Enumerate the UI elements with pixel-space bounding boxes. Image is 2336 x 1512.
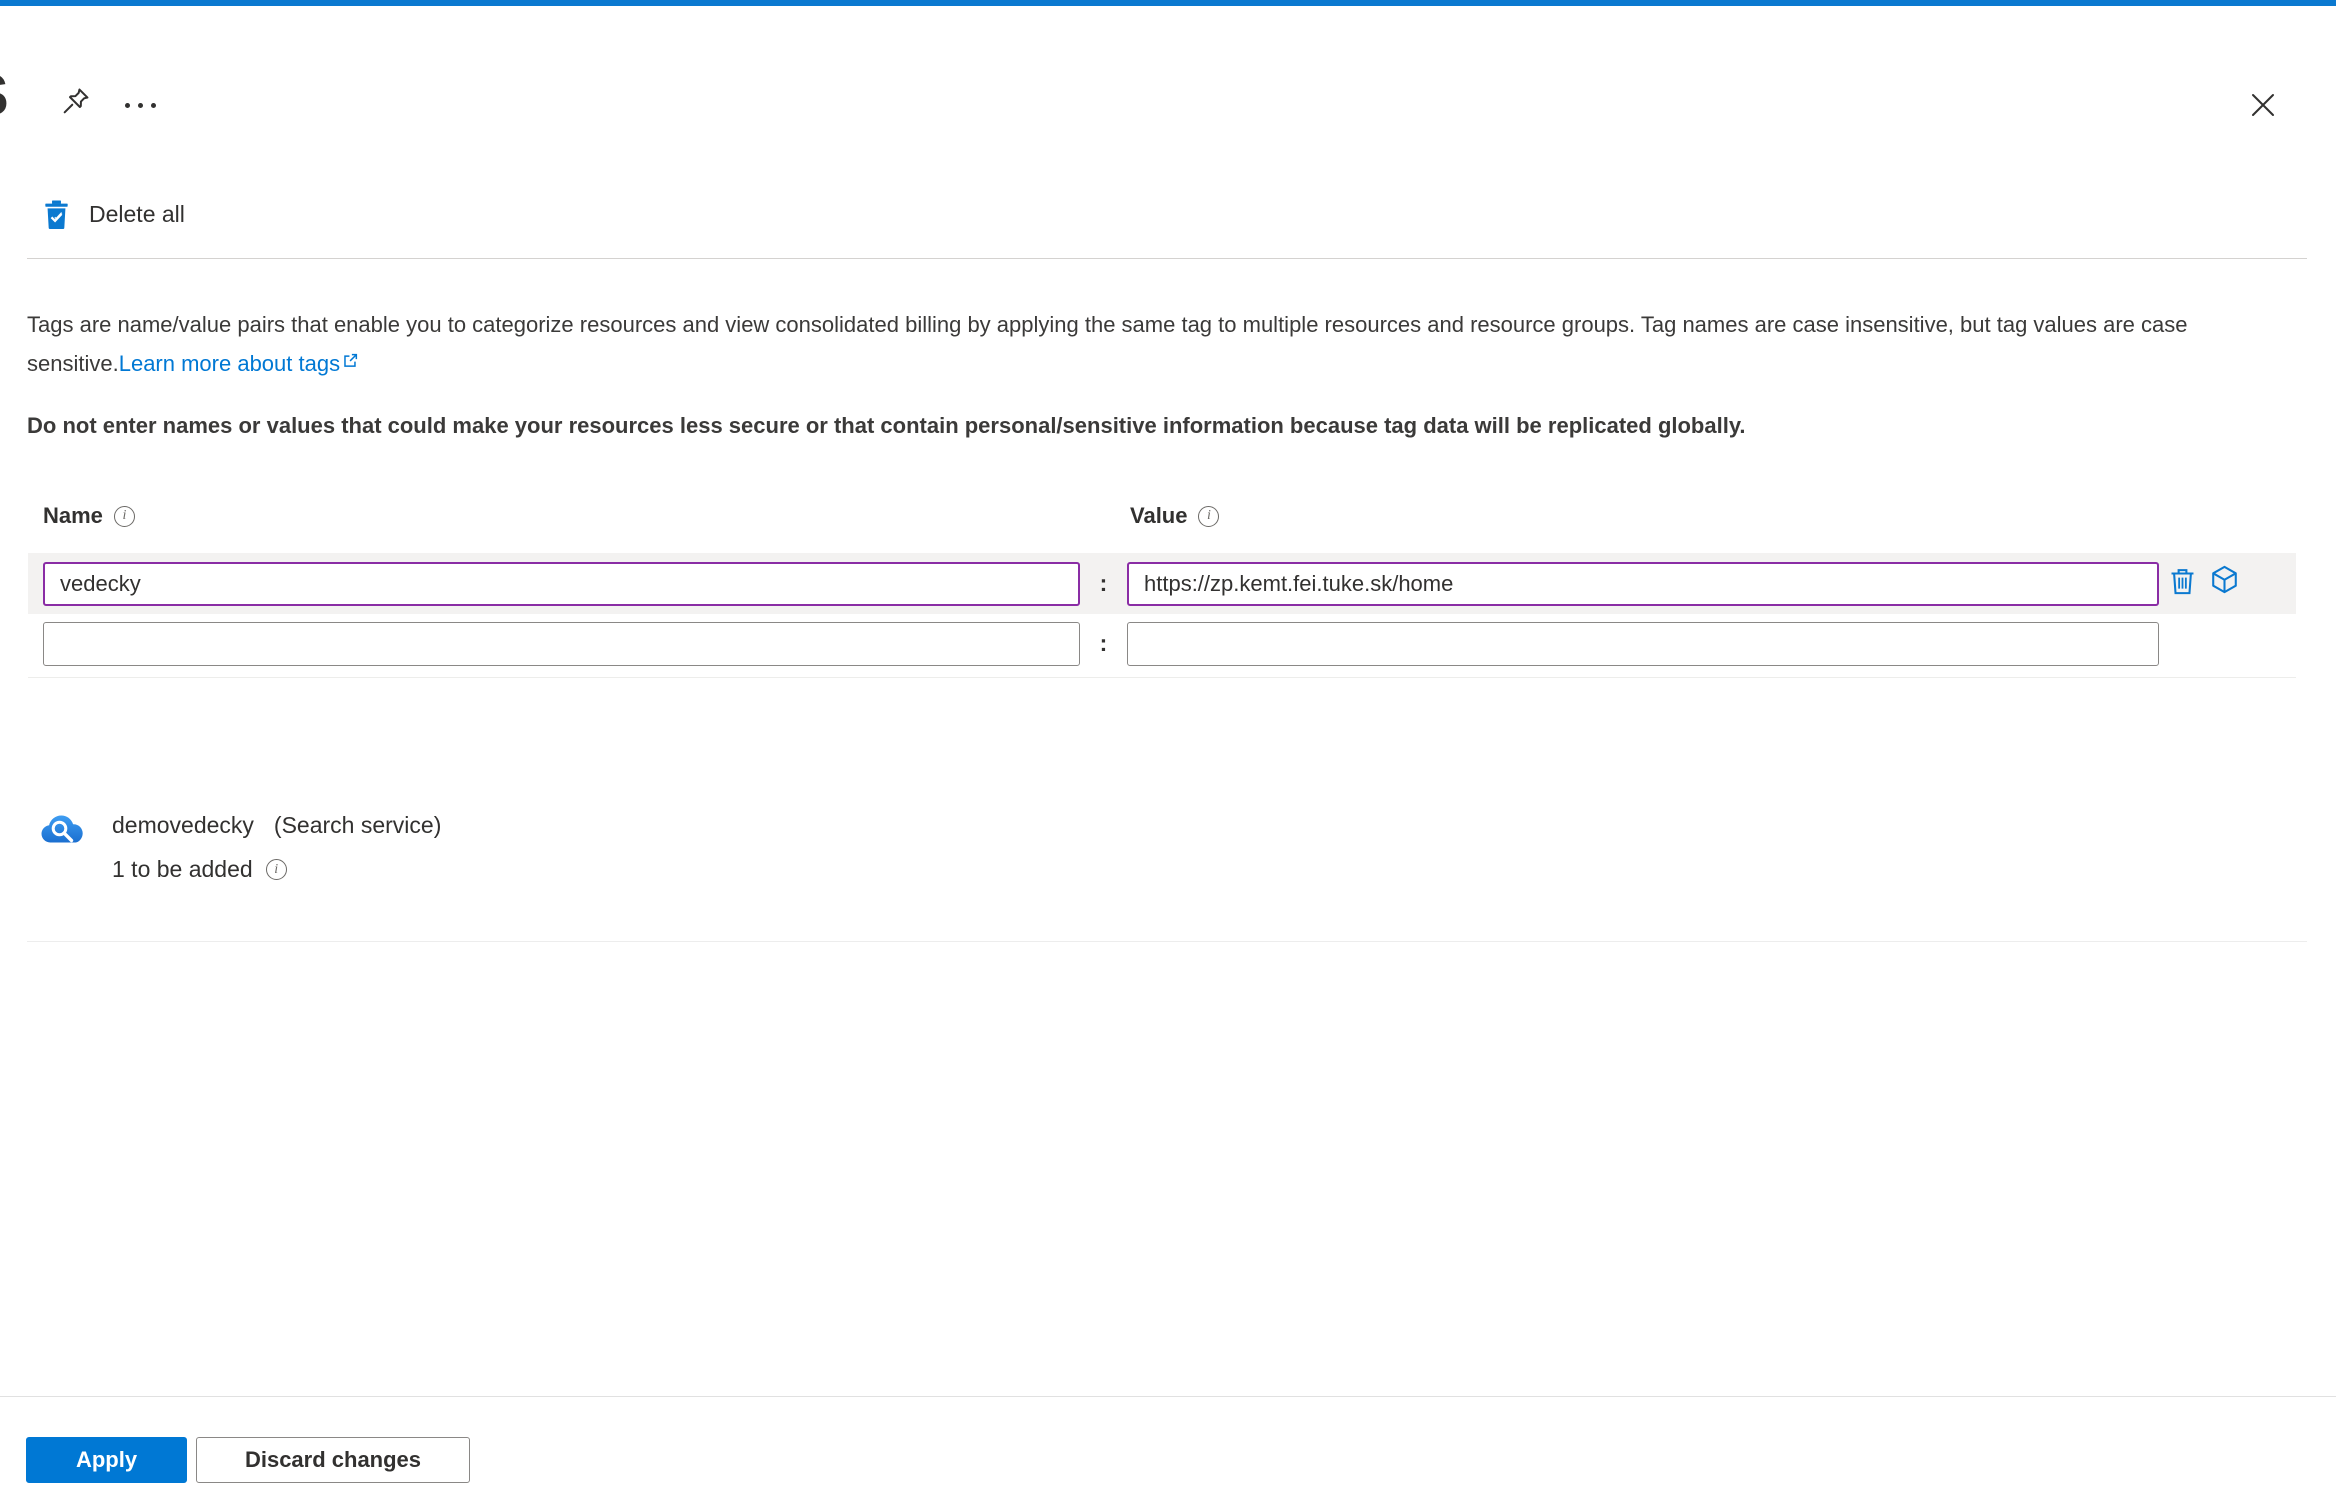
delete-tag-button[interactable] [2164,565,2200,601]
pin-icon [60,85,92,120]
name-column-label: Name [43,503,103,528]
resource-summary: demovedecky (Search service) 1 to be add… [38,806,441,883]
tag-separator-2: : [1099,630,1108,656]
tags-blade: S Delete all [0,0,2336,1512]
pin-button[interactable] [54,80,98,124]
tag-name-input-1[interactable] [43,562,1080,606]
value-column-header: Value i [1130,503,1220,529]
ellipsis-icon [124,102,130,108]
top-accent-bar [0,0,2336,6]
cube-icon [2208,563,2241,599]
resource-type: (Search service) [273,812,442,838]
delete-all-label: Delete all [89,201,185,227]
tag-value-input-1[interactable] [1127,562,2159,606]
more-options-button[interactable] [116,88,164,122]
delete-all-icon [44,200,69,229]
delete-all-button[interactable]: Delete all [44,200,185,229]
tag-value-input-2[interactable] [1127,622,2159,666]
search-service-icon [38,806,86,854]
tags-description: Tags are name/value pairs that enable yo… [27,306,2321,382]
value-info-icon[interactable]: i [1198,505,1220,527]
name-column-header: Name i [43,503,135,529]
close-icon [2248,90,2278,123]
resource-divider [27,941,2307,942]
footer-divider [0,1396,2336,1397]
resource-status: 1 to be added [112,856,253,882]
resource-name: demovedecky [112,812,254,838]
apply-button[interactable]: Apply [26,1437,187,1483]
external-link-icon [342,343,359,380]
tag-name-input-2[interactable] [43,622,1080,666]
resource-cube-button[interactable] [2206,563,2242,599]
value-column-label: Value [1130,503,1188,528]
trash-icon [2167,566,2198,600]
status-info-icon[interactable]: i [265,859,287,880]
close-button[interactable] [2240,84,2286,128]
learn-more-link[interactable]: Learn more about tags [119,351,359,376]
tag-separator-1: : [1099,570,1108,596]
warning-text: Do not enter names or values that could … [27,413,1746,438]
toolbar-divider [27,258,2307,259]
rows-divider [28,677,2296,678]
page-title-partial: S [0,62,9,129]
discard-changes-button[interactable]: Discard changes [196,1437,470,1483]
name-info-icon[interactable]: i [113,505,135,527]
